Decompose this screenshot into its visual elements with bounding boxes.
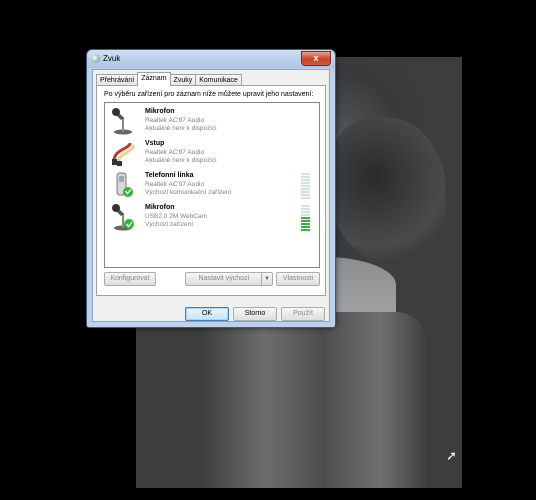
level-meter-segment xyxy=(301,226,310,228)
ok-button[interactable]: OK xyxy=(185,307,229,321)
window-title: Zvuk xyxy=(103,54,121,63)
recording-panel: Po výběru zařízení pro záznam níže můžet… xyxy=(96,85,326,296)
device-list[interactable]: Mikrofon Realtek AC'97 Audio Aktuálně ne… xyxy=(104,102,320,268)
instruction-text: Po výběru zařízení pro záznam níže můžet… xyxy=(104,91,314,98)
device-driver: USB2.0 2M WebCam xyxy=(145,213,208,220)
line-in-cable-icon xyxy=(112,142,135,166)
level-meter-segment xyxy=(301,208,310,210)
wallpaper-hair xyxy=(326,117,446,267)
level-meter-segment xyxy=(301,205,310,207)
level-meter-segment xyxy=(301,176,310,178)
level-meter-segment xyxy=(301,197,310,199)
cancel-button[interactable]: Storno xyxy=(233,307,277,321)
sound-dialog: Zvuk x Přehrávání Záznam Zvuky Komunikac… xyxy=(86,49,336,328)
set-default-split-button[interactable]: Nastavit výchozí ▼ xyxy=(185,272,273,286)
device-driver: Realtek AC'97 Audio xyxy=(145,117,205,124)
device-name: Mikrofon xyxy=(145,204,175,211)
device-status: Výchozí komunikační zařízení xyxy=(145,189,232,196)
level-meter-segment xyxy=(301,191,310,193)
properties-button[interactable]: Vlastnosti xyxy=(276,272,320,286)
level-meter-segment xyxy=(301,220,310,222)
level-meter-segment xyxy=(301,217,310,219)
level-meter-segment xyxy=(301,214,310,216)
level-meter-segment xyxy=(301,211,310,213)
microphone-icon xyxy=(112,204,134,231)
device-status: Aktuálně není k dispozici xyxy=(145,125,217,132)
device-status: Výchozí zařízení xyxy=(145,221,194,228)
device-button-row: Konfigurovat Nastavit výchozí ▼ Vlastnos… xyxy=(104,272,320,286)
speaker-icon xyxy=(91,54,100,63)
list-item[interactable]: Vstup Realtek AC'97 Audio Aktuálně není … xyxy=(105,137,319,169)
level-meter-segment xyxy=(301,173,310,175)
list-item[interactable]: Mikrofon Realtek AC'97 Audio Aktuálně ne… xyxy=(105,105,319,137)
device-status: Aktuálně není k dispozici xyxy=(145,157,217,164)
device-name: Telefonní linka xyxy=(145,172,194,179)
dialog-client: Přehrávání Záznam Zvuky Komunikace Po vý… xyxy=(92,69,330,322)
level-meter-segment xyxy=(301,188,310,190)
level-meter-segment xyxy=(301,223,310,225)
wallpaper-jeans xyxy=(196,312,426,488)
device-driver: Realtek AC'97 Audio xyxy=(145,149,205,156)
level-meter xyxy=(301,173,310,199)
mouse-cursor-icon: ➚ xyxy=(446,448,457,463)
level-meter-segment xyxy=(301,229,310,231)
microphone-icon xyxy=(112,108,132,135)
list-item[interactable]: Mikrofon USB2.0 2M WebCam Výchozí zaříze… xyxy=(105,201,319,233)
device-name: Mikrofon xyxy=(145,108,175,115)
level-meter-segment xyxy=(301,182,310,184)
level-meter-segment xyxy=(301,185,310,187)
device-driver: Realtek AC'97 Audio xyxy=(145,181,205,188)
phone-icon xyxy=(116,172,133,197)
apply-button[interactable]: Použít xyxy=(281,307,325,321)
list-item[interactable]: Telefonní linka Realtek AC'97 Audio Vých… xyxy=(105,169,319,201)
tab-strip: Přehrávání Záznam Zvuky Komunikace xyxy=(96,72,242,86)
level-meter-segment xyxy=(301,179,310,181)
level-meter xyxy=(301,205,310,231)
title-bar[interactable]: Zvuk x xyxy=(87,50,335,68)
close-button[interactable]: x xyxy=(301,51,331,66)
level-meter-segment xyxy=(301,194,310,196)
tab-recording[interactable]: Záznam xyxy=(137,72,171,86)
configure-button[interactable]: Konfigurovat xyxy=(104,272,156,286)
device-name: Vstup xyxy=(145,140,165,147)
set-default-label: Nastavit výchozí xyxy=(198,275,250,282)
chevron-down-icon[interactable]: ▼ xyxy=(261,273,272,285)
